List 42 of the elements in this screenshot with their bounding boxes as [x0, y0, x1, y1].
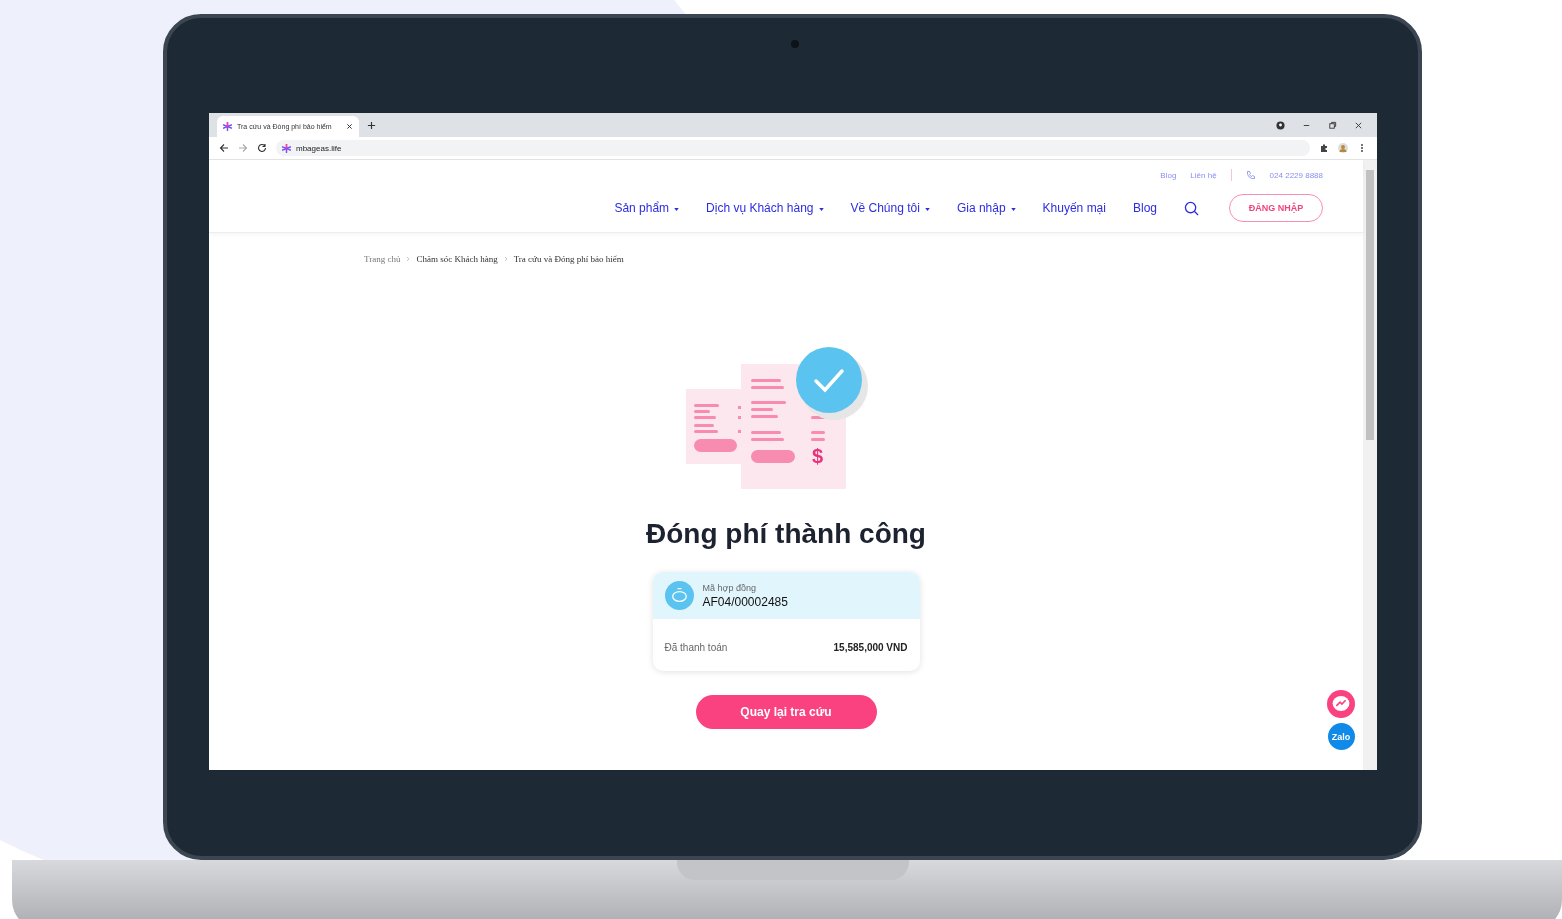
reload-icon[interactable]: [257, 143, 267, 153]
chevron-icon: [406, 256, 411, 262]
caret-icon: [674, 208, 680, 211]
receipts-drawing: $: [686, 344, 876, 494]
paid-label: Đã thanh toán: [664, 642, 728, 653]
success-title: Đóng phí thành công: [646, 518, 926, 550]
record-icon[interactable]: [1276, 121, 1285, 130]
new-tab-icon[interactable]: [367, 121, 376, 130]
caret-icon: [924, 208, 930, 211]
chevron-icon: [503, 256, 508, 262]
nav-link[interactable]: Dịch vụ Khách hàng: [706, 201, 824, 215]
scrollbar[interactable]: [1363, 160, 1377, 770]
address-field[interactable]: mbageas.life: [276, 140, 1310, 156]
nav-link[interactable]: Blog: [1132, 201, 1157, 215]
camera-dot: [791, 40, 799, 48]
phone-icon: [1245, 170, 1256, 180]
nav-link[interactable]: Khuyến mại: [1042, 201, 1106, 215]
nav-link[interactable]: Sản phẩm: [614, 201, 680, 215]
restore-icon[interactable]: [1328, 121, 1337, 130]
url-text: mbageas.life: [296, 143, 342, 153]
breadcrumb-link[interactable]: Tra cứu và Đóng phí bảo hiểm: [513, 254, 624, 264]
back-arrow-icon[interactable]: [219, 143, 229, 153]
star-logo-icon: [282, 143, 291, 153]
messenger-icon[interactable]: [1327, 690, 1355, 718]
phone-number: 024 2229 8888: [1269, 170, 1323, 180]
close-icon[interactable]: [1354, 121, 1363, 130]
login-button[interactable]: ĐĂNG NHẬP: [1229, 194, 1323, 222]
contract-label: Mã hợp đồng: [702, 582, 757, 593]
puzzle-icon[interactable]: [1319, 143, 1329, 153]
breadcrumb-link[interactable]: Trang chủ: [364, 254, 401, 264]
caret-icon: [1010, 208, 1016, 211]
avatar-icon[interactable]: [1338, 143, 1348, 153]
contract-number: AF04/00002485: [702, 594, 788, 609]
paid-amount: 15,585,000 VND: [833, 642, 908, 653]
star-logo-icon: [223, 122, 232, 131]
nav-link[interactable]: Về Chúng tôi: [850, 201, 930, 215]
zalo-chat-button[interactable]: Zalo: [1327, 723, 1355, 750]
close-icon[interactable]: [346, 123, 353, 130]
nav-link[interactable]: Gia nhập: [956, 201, 1016, 215]
caret-icon: [818, 208, 824, 211]
search-icon[interactable]: [1184, 200, 1199, 216]
breadcrumb-link[interactable]: Chăm sóc Khách hàng: [416, 254, 498, 264]
